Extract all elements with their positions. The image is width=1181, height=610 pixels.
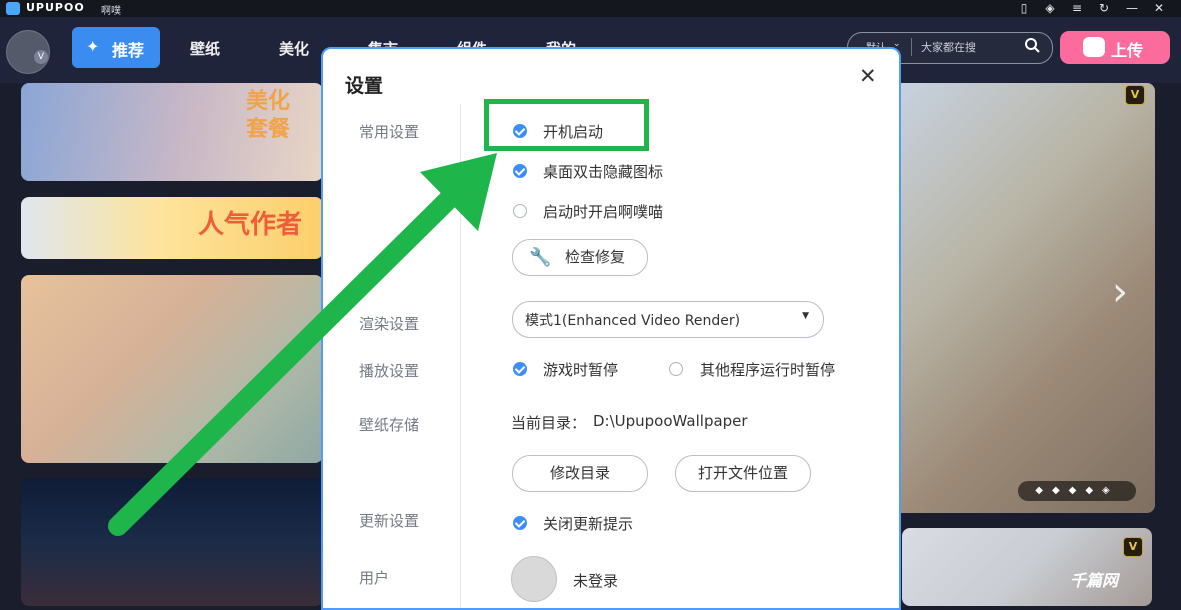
annotation-arrow: [108, 153, 497, 536]
